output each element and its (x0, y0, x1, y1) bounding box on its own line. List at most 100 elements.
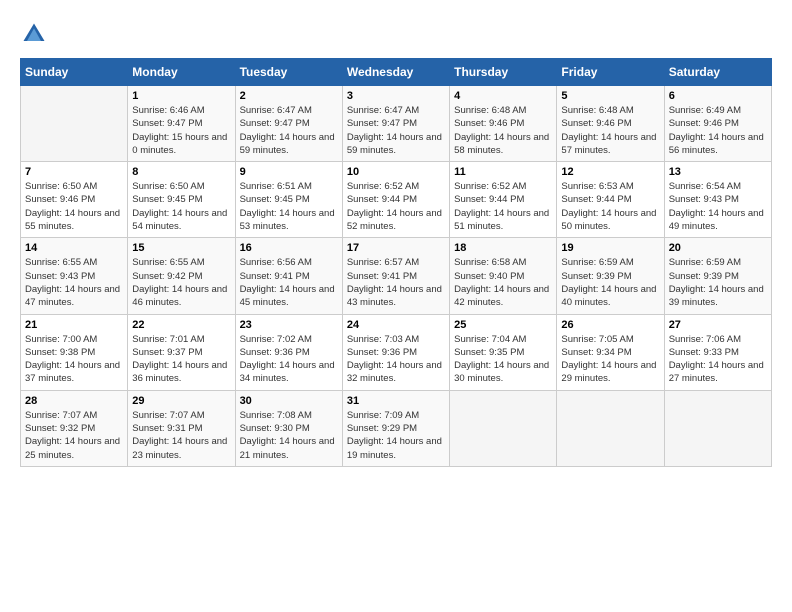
day-cell (21, 86, 128, 162)
header-cell-thursday: Thursday (450, 59, 557, 86)
day-cell: 17 Sunrise: 6:57 AM Sunset: 9:41 PM Dayl… (342, 238, 449, 314)
day-info: Sunrise: 6:56 AM Sunset: 9:41 PM Dayligh… (240, 256, 338, 309)
header-cell-sunday: Sunday (21, 59, 128, 86)
day-info: Sunrise: 6:46 AM Sunset: 9:47 PM Dayligh… (132, 104, 230, 157)
day-cell: 23 Sunrise: 7:02 AM Sunset: 9:36 PM Dayl… (235, 314, 342, 390)
header-cell-wednesday: Wednesday (342, 59, 449, 86)
day-info: Sunrise: 6:55 AM Sunset: 9:42 PM Dayligh… (132, 256, 230, 309)
header-row: SundayMondayTuesdayWednesdayThursdayFrid… (21, 59, 772, 86)
day-number: 7 (25, 166, 123, 178)
day-info: Sunrise: 7:01 AM Sunset: 9:37 PM Dayligh… (132, 333, 230, 386)
day-number: 12 (561, 166, 659, 178)
day-cell: 3 Sunrise: 6:47 AM Sunset: 9:47 PM Dayli… (342, 86, 449, 162)
day-number: 6 (669, 90, 767, 102)
day-info: Sunrise: 7:08 AM Sunset: 9:30 PM Dayligh… (240, 409, 338, 462)
day-cell: 15 Sunrise: 6:55 AM Sunset: 9:42 PM Dayl… (128, 238, 235, 314)
day-cell: 18 Sunrise: 6:58 AM Sunset: 9:40 PM Dayl… (450, 238, 557, 314)
day-info: Sunrise: 6:50 AM Sunset: 9:45 PM Dayligh… (132, 180, 230, 233)
day-number: 19 (561, 242, 659, 254)
day-info: Sunrise: 7:03 AM Sunset: 9:36 PM Dayligh… (347, 333, 445, 386)
day-info: Sunrise: 6:48 AM Sunset: 9:46 PM Dayligh… (454, 104, 552, 157)
day-number: 14 (25, 242, 123, 254)
day-cell: 8 Sunrise: 6:50 AM Sunset: 9:45 PM Dayli… (128, 162, 235, 238)
header-cell-monday: Monday (128, 59, 235, 86)
week-row-5: 28 Sunrise: 7:07 AM Sunset: 9:32 PM Dayl… (21, 390, 772, 466)
day-info: Sunrise: 7:02 AM Sunset: 9:36 PM Dayligh… (240, 333, 338, 386)
day-number: 11 (454, 166, 552, 178)
day-info: Sunrise: 6:52 AM Sunset: 9:44 PM Dayligh… (347, 180, 445, 233)
header-cell-friday: Friday (557, 59, 664, 86)
day-cell: 25 Sunrise: 7:04 AM Sunset: 9:35 PM Dayl… (450, 314, 557, 390)
day-number: 26 (561, 319, 659, 331)
day-number: 2 (240, 90, 338, 102)
header-cell-saturday: Saturday (664, 59, 771, 86)
day-cell: 10 Sunrise: 6:52 AM Sunset: 9:44 PM Dayl… (342, 162, 449, 238)
day-cell: 7 Sunrise: 6:50 AM Sunset: 9:46 PM Dayli… (21, 162, 128, 238)
day-cell: 27 Sunrise: 7:06 AM Sunset: 9:33 PM Dayl… (664, 314, 771, 390)
day-info: Sunrise: 6:57 AM Sunset: 9:41 PM Dayligh… (347, 256, 445, 309)
day-info: Sunrise: 6:54 AM Sunset: 9:43 PM Dayligh… (669, 180, 767, 233)
day-number: 4 (454, 90, 552, 102)
week-row-3: 14 Sunrise: 6:55 AM Sunset: 9:43 PM Dayl… (21, 238, 772, 314)
day-cell: 12 Sunrise: 6:53 AM Sunset: 9:44 PM Dayl… (557, 162, 664, 238)
day-number: 15 (132, 242, 230, 254)
day-cell: 14 Sunrise: 6:55 AM Sunset: 9:43 PM Dayl… (21, 238, 128, 314)
day-cell: 22 Sunrise: 7:01 AM Sunset: 9:37 PM Dayl… (128, 314, 235, 390)
day-cell: 4 Sunrise: 6:48 AM Sunset: 9:46 PM Dayli… (450, 86, 557, 162)
day-info: Sunrise: 6:55 AM Sunset: 9:43 PM Dayligh… (25, 256, 123, 309)
day-number: 23 (240, 319, 338, 331)
day-info: Sunrise: 6:59 AM Sunset: 9:39 PM Dayligh… (561, 256, 659, 309)
day-number: 1 (132, 90, 230, 102)
day-number: 28 (25, 395, 123, 407)
day-info: Sunrise: 6:53 AM Sunset: 9:44 PM Dayligh… (561, 180, 659, 233)
day-cell: 24 Sunrise: 7:03 AM Sunset: 9:36 PM Dayl… (342, 314, 449, 390)
day-info: Sunrise: 7:09 AM Sunset: 9:29 PM Dayligh… (347, 409, 445, 462)
day-number: 24 (347, 319, 445, 331)
day-number: 3 (347, 90, 445, 102)
day-info: Sunrise: 7:00 AM Sunset: 9:38 PM Dayligh… (25, 333, 123, 386)
day-info: Sunrise: 6:49 AM Sunset: 9:46 PM Dayligh… (669, 104, 767, 157)
day-cell: 31 Sunrise: 7:09 AM Sunset: 9:29 PM Dayl… (342, 390, 449, 466)
day-number: 16 (240, 242, 338, 254)
day-number: 21 (25, 319, 123, 331)
logo-icon (20, 20, 48, 48)
day-cell: 21 Sunrise: 7:00 AM Sunset: 9:38 PM Dayl… (21, 314, 128, 390)
day-number: 31 (347, 395, 445, 407)
day-number: 30 (240, 395, 338, 407)
day-number: 13 (669, 166, 767, 178)
header-cell-tuesday: Tuesday (235, 59, 342, 86)
week-row-1: 1 Sunrise: 6:46 AM Sunset: 9:47 PM Dayli… (21, 86, 772, 162)
day-number: 29 (132, 395, 230, 407)
day-cell: 13 Sunrise: 6:54 AM Sunset: 9:43 PM Dayl… (664, 162, 771, 238)
day-cell: 26 Sunrise: 7:05 AM Sunset: 9:34 PM Dayl… (557, 314, 664, 390)
day-number: 20 (669, 242, 767, 254)
day-info: Sunrise: 6:52 AM Sunset: 9:44 PM Dayligh… (454, 180, 552, 233)
day-cell: 1 Sunrise: 6:46 AM Sunset: 9:47 PM Dayli… (128, 86, 235, 162)
day-number: 25 (454, 319, 552, 331)
day-cell: 11 Sunrise: 6:52 AM Sunset: 9:44 PM Dayl… (450, 162, 557, 238)
day-cell: 28 Sunrise: 7:07 AM Sunset: 9:32 PM Dayl… (21, 390, 128, 466)
day-info: Sunrise: 7:04 AM Sunset: 9:35 PM Dayligh… (454, 333, 552, 386)
day-number: 10 (347, 166, 445, 178)
day-number: 5 (561, 90, 659, 102)
day-cell: 2 Sunrise: 6:47 AM Sunset: 9:47 PM Dayli… (235, 86, 342, 162)
day-info: Sunrise: 6:50 AM Sunset: 9:46 PM Dayligh… (25, 180, 123, 233)
logo (20, 20, 52, 48)
day-info: Sunrise: 7:06 AM Sunset: 9:33 PM Dayligh… (669, 333, 767, 386)
day-cell: 29 Sunrise: 7:07 AM Sunset: 9:31 PM Dayl… (128, 390, 235, 466)
day-cell: 9 Sunrise: 6:51 AM Sunset: 9:45 PM Dayli… (235, 162, 342, 238)
calendar-table: SundayMondayTuesdayWednesdayThursdayFrid… (20, 58, 772, 467)
day-cell: 20 Sunrise: 6:59 AM Sunset: 9:39 PM Dayl… (664, 238, 771, 314)
day-info: Sunrise: 6:59 AM Sunset: 9:39 PM Dayligh… (669, 256, 767, 309)
day-info: Sunrise: 7:07 AM Sunset: 9:31 PM Dayligh… (132, 409, 230, 462)
day-cell: 19 Sunrise: 6:59 AM Sunset: 9:39 PM Dayl… (557, 238, 664, 314)
day-info: Sunrise: 6:48 AM Sunset: 9:46 PM Dayligh… (561, 104, 659, 157)
day-cell (557, 390, 664, 466)
day-info: Sunrise: 7:07 AM Sunset: 9:32 PM Dayligh… (25, 409, 123, 462)
day-cell: 5 Sunrise: 6:48 AM Sunset: 9:46 PM Dayli… (557, 86, 664, 162)
day-number: 18 (454, 242, 552, 254)
day-info: Sunrise: 6:47 AM Sunset: 9:47 PM Dayligh… (347, 104, 445, 157)
day-cell: 30 Sunrise: 7:08 AM Sunset: 9:30 PM Dayl… (235, 390, 342, 466)
day-cell (450, 390, 557, 466)
day-number: 8 (132, 166, 230, 178)
